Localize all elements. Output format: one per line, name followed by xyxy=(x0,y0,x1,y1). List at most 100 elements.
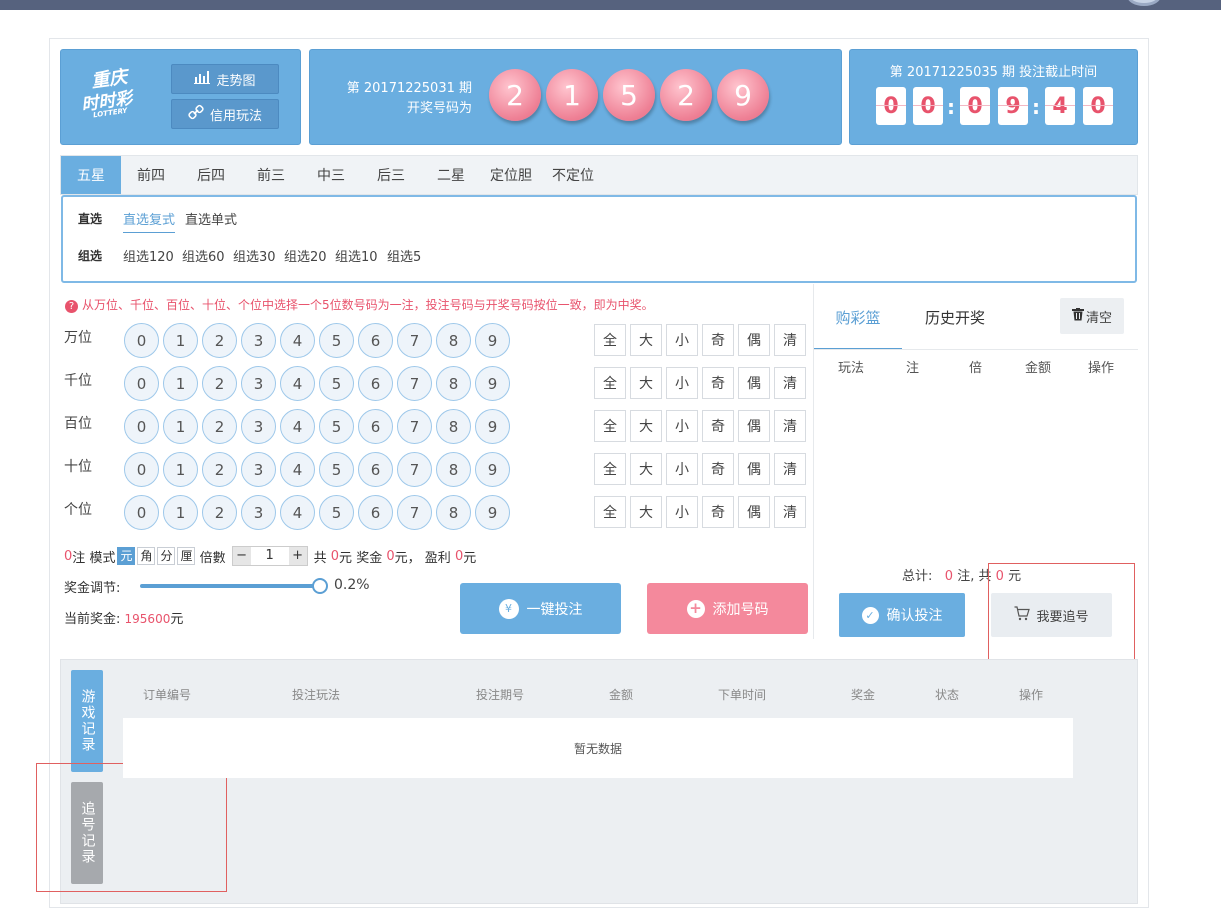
digit-ball[interactable]: 8 xyxy=(436,366,471,401)
group-20-option[interactable]: 组选20 xyxy=(284,246,327,265)
quick-select-button[interactable]: 全 xyxy=(594,367,626,399)
digit-ball[interactable]: 2 xyxy=(202,323,237,358)
quick-select-button[interactable]: 小 xyxy=(666,453,698,485)
digit-ball[interactable]: 5 xyxy=(319,452,354,487)
tab-middle-three[interactable]: 中三 xyxy=(301,156,361,194)
quick-select-button[interactable]: 偶 xyxy=(738,453,770,485)
quick-select-button[interactable]: 奇 xyxy=(702,496,734,528)
digit-ball[interactable]: 3 xyxy=(241,495,276,530)
quick-select-button[interactable]: 偶 xyxy=(738,367,770,399)
tab-front-four[interactable]: 前四 xyxy=(121,156,181,194)
digit-ball[interactable]: 1 xyxy=(163,323,198,358)
confirm-bet-button[interactable]: ✓ 确认投注 xyxy=(839,593,965,637)
digit-ball[interactable]: 0 xyxy=(124,409,159,444)
quick-select-button[interactable]: 奇 xyxy=(702,410,734,442)
digit-ball[interactable]: 9 xyxy=(475,452,510,487)
mode-li-button[interactable]: 厘 xyxy=(177,547,196,565)
quick-select-button[interactable]: 大 xyxy=(630,453,662,485)
quick-select-button[interactable]: 奇 xyxy=(702,324,734,356)
digit-ball[interactable]: 2 xyxy=(202,409,237,444)
digit-ball[interactable]: 7 xyxy=(397,323,432,358)
quick-select-button[interactable]: 全 xyxy=(594,453,626,485)
digit-ball[interactable]: 0 xyxy=(124,495,159,530)
digit-ball[interactable]: 8 xyxy=(436,409,471,444)
digit-ball[interactable]: 7 xyxy=(397,366,432,401)
tab-cart[interactable]: 购彩篮 xyxy=(814,300,902,350)
digit-ball[interactable]: 0 xyxy=(124,366,159,401)
add-number-button[interactable]: + 添加号码 xyxy=(647,583,808,634)
group-10-option[interactable]: 组选10 xyxy=(335,246,378,265)
quick-select-button[interactable]: 小 xyxy=(666,324,698,356)
quick-select-button[interactable]: 小 xyxy=(666,410,698,442)
quick-bet-button[interactable]: ¥ 一键投注 xyxy=(460,583,621,634)
digit-ball[interactable]: 6 xyxy=(358,409,393,444)
quick-select-button[interactable]: 偶 xyxy=(738,410,770,442)
group-120-option[interactable]: 组选120 xyxy=(123,246,174,265)
increase-button[interactable]: + xyxy=(288,547,307,565)
quick-select-button[interactable]: 大 xyxy=(630,496,662,528)
quick-select-button[interactable]: 大 xyxy=(630,367,662,399)
trend-chart-button[interactable]: 走势图 xyxy=(171,64,279,94)
quick-select-button[interactable]: 大 xyxy=(630,324,662,356)
digit-ball[interactable]: 9 xyxy=(475,366,510,401)
digit-ball[interactable]: 9 xyxy=(475,409,510,444)
group-30-option[interactable]: 组选30 xyxy=(233,246,276,265)
digit-ball[interactable]: 1 xyxy=(163,366,198,401)
digit-ball[interactable]: 3 xyxy=(241,409,276,444)
tab-front-three[interactable]: 前三 xyxy=(241,156,301,194)
bonus-adjust-slider[interactable] xyxy=(140,584,322,588)
digit-ball[interactable]: 5 xyxy=(319,366,354,401)
digit-ball[interactable]: 4 xyxy=(280,452,315,487)
quick-select-button[interactable]: 全 xyxy=(594,410,626,442)
digit-ball[interactable]: 2 xyxy=(202,366,237,401)
digit-ball[interactable]: 8 xyxy=(436,452,471,487)
digit-ball[interactable]: 5 xyxy=(319,495,354,530)
slider-knob[interactable] xyxy=(312,578,328,594)
tab-back-four[interactable]: 后四 xyxy=(181,156,241,194)
digit-ball[interactable]: 8 xyxy=(436,323,471,358)
tab-non-position[interactable]: 不定位 xyxy=(541,156,605,194)
digit-ball[interactable]: 4 xyxy=(280,323,315,358)
digit-ball[interactable]: 0 xyxy=(124,452,159,487)
digit-ball[interactable]: 7 xyxy=(397,452,432,487)
mode-jiao-button[interactable]: 角 xyxy=(137,547,156,565)
digit-ball[interactable]: 3 xyxy=(241,366,276,401)
quick-select-button[interactable]: 偶 xyxy=(738,324,770,356)
digit-ball[interactable]: 0 xyxy=(124,323,159,358)
multiplier-input[interactable]: 1 xyxy=(250,547,289,565)
quick-select-button[interactable]: 奇 xyxy=(702,453,734,485)
quick-select-button[interactable]: 全 xyxy=(594,496,626,528)
digit-ball[interactable]: 3 xyxy=(241,323,276,358)
quick-select-button[interactable]: 清 xyxy=(774,324,806,356)
group-5-option[interactable]: 组选5 xyxy=(387,246,421,265)
quick-select-button[interactable]: 清 xyxy=(774,496,806,528)
digit-ball[interactable]: 4 xyxy=(280,495,315,530)
tab-five-star[interactable]: 五星 xyxy=(61,156,121,194)
tab-back-three[interactable]: 后三 xyxy=(361,156,421,194)
digit-ball[interactable]: 1 xyxy=(163,409,198,444)
digit-ball[interactable]: 2 xyxy=(202,452,237,487)
quick-select-button[interactable]: 全 xyxy=(594,324,626,356)
mode-yuan-button[interactable]: 元 xyxy=(117,547,136,565)
tab-two-star[interactable]: 二星 xyxy=(421,156,481,194)
digit-ball[interactable]: 3 xyxy=(241,452,276,487)
quick-select-button[interactable]: 清 xyxy=(774,410,806,442)
digit-ball[interactable]: 6 xyxy=(358,495,393,530)
quick-select-button[interactable]: 偶 xyxy=(738,496,770,528)
digit-ball[interactable]: 7 xyxy=(397,495,432,530)
tab-game-records[interactable]: 游戏记录 xyxy=(71,670,103,772)
digit-ball[interactable]: 6 xyxy=(358,366,393,401)
digit-ball[interactable]: 1 xyxy=(163,495,198,530)
credit-play-button[interactable]: 信用玩法 xyxy=(171,99,279,129)
digit-ball[interactable]: 5 xyxy=(319,409,354,444)
digit-ball[interactable]: 4 xyxy=(280,409,315,444)
digit-ball[interactable]: 9 xyxy=(475,323,510,358)
quick-select-button[interactable]: 小 xyxy=(666,367,698,399)
digit-ball[interactable]: 5 xyxy=(319,323,354,358)
quick-select-button[interactable]: 大 xyxy=(630,410,662,442)
direct-compound-option[interactable]: 直选复式 xyxy=(123,209,176,233)
digit-ball[interactable]: 1 xyxy=(163,452,198,487)
quick-select-button[interactable]: 清 xyxy=(774,367,806,399)
digit-ball[interactable]: 7 xyxy=(397,409,432,444)
quick-select-button[interactable]: 清 xyxy=(774,453,806,485)
